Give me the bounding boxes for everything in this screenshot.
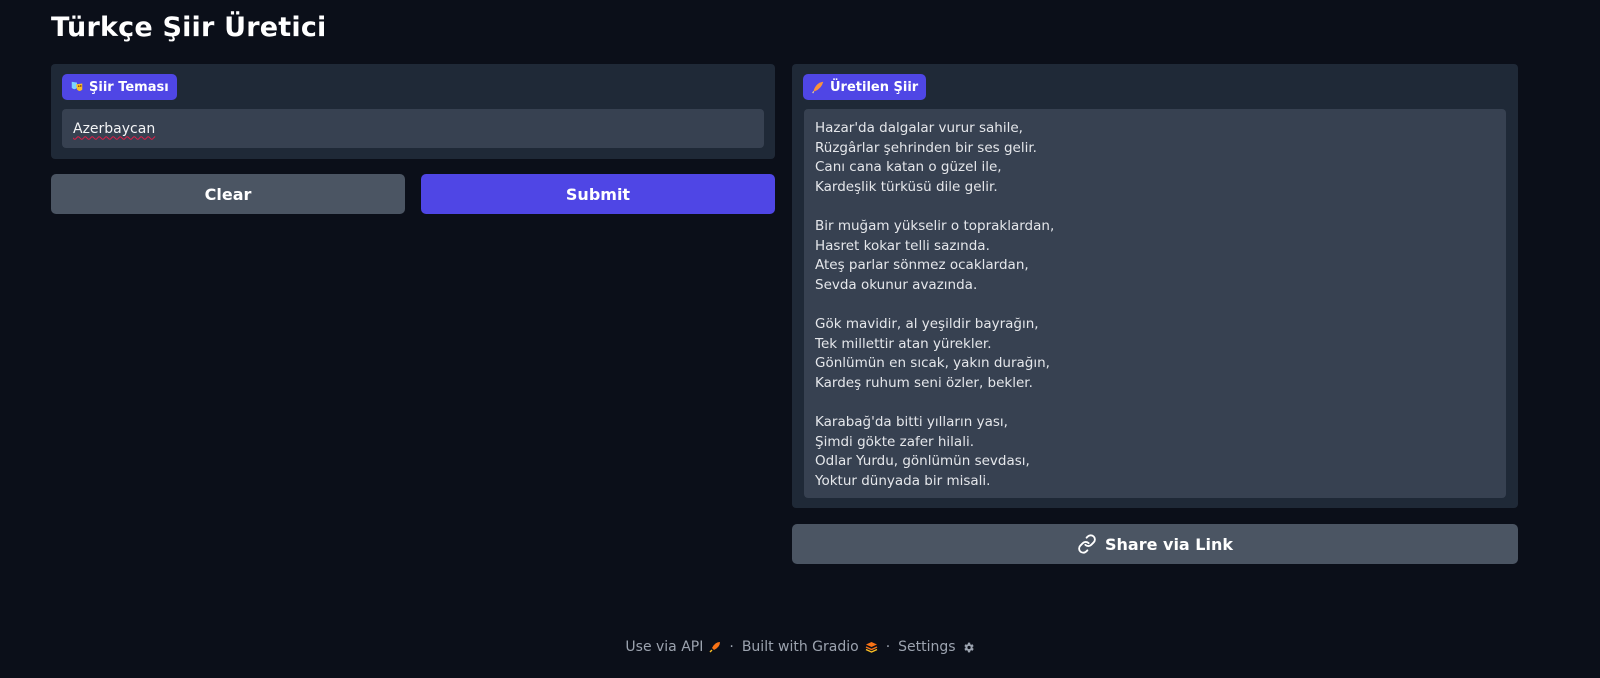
share-link-label: Share via Link bbox=[1104, 534, 1233, 554]
settings-link[interactable]: Settings bbox=[898, 639, 974, 655]
clear-button[interactable]: Clear bbox=[51, 174, 405, 214]
theater-masks-icon bbox=[71, 81, 83, 91]
poem-line: Rüzgârlar şehrinden bir ses gelir. bbox=[815, 139, 1037, 156]
built-with-gradio-link[interactable]: Built with Gradio bbox=[742, 639, 878, 655]
footer: Use via API · Built with Gradio · Settin… bbox=[0, 639, 1600, 655]
poem-line: Kardeş ruhum seni özler, bekler. bbox=[815, 374, 1033, 391]
gradio-logo-icon bbox=[865, 642, 877, 653]
poem-line: Şimdi gökte zafer hilali. bbox=[815, 433, 975, 450]
poem-output-textbox[interactable]: Hazar'da dalgalar vurur sahile, Rüzgârla… bbox=[804, 109, 1506, 498]
poem-line: Canı cana katan o güzel ile, bbox=[815, 159, 1002, 176]
poem-line: Ateş parlar sönmez ocaklardan, bbox=[815, 257, 1029, 274]
poem-label-badge: Üretilen Şiir bbox=[803, 74, 927, 100]
poem-line: Gök mavidir, al yeşildir bayrağın, bbox=[815, 315, 1039, 332]
theme-label-badge: Şiir Teması bbox=[62, 74, 177, 100]
use-via-api-link[interactable]: Use via API bbox=[625, 639, 721, 655]
app-root: Türkçe Şiir Üretici Şiir Teması Azerbayc… bbox=[0, 0, 1600, 678]
page-title: Türkçe Şiir Üretici bbox=[51, 12, 327, 43]
poem-line: Gönlümün en sıcak, yakın durağın, bbox=[815, 355, 1050, 372]
share-link-button[interactable]: Share via Link bbox=[792, 524, 1518, 564]
poem-line: Kardeşlik türküsü dile gelir. bbox=[815, 178, 998, 195]
built-with-gradio-label: Built with Gradio bbox=[741, 639, 859, 655]
footer-separator: · bbox=[729, 639, 734, 655]
poem-label: Üretilen Şiir bbox=[830, 79, 919, 95]
use-via-api-label: Use via API bbox=[625, 639, 704, 655]
poem-line: Odlar Yurdu, gönlümün sevdası, bbox=[815, 453, 1030, 470]
theme-label: Şiir Teması bbox=[89, 79, 169, 95]
poem-line: Bir muğam yükselir o topraklardan, bbox=[815, 217, 1055, 234]
poem-line: Yoktur dünyada bir misali. bbox=[815, 472, 991, 489]
theme-input[interactable]: Azerbaycan bbox=[62, 109, 764, 148]
poem-output-panel: Üretilen Şiir Hazar'da dalgalar vurur sa… bbox=[792, 64, 1518, 508]
poem-line: Tek millettir atan yürekler. bbox=[815, 335, 992, 352]
poem-line: Sevda okunur avazında. bbox=[815, 276, 978, 293]
settings-label: Settings bbox=[898, 639, 956, 655]
quill-feather-icon bbox=[812, 81, 824, 94]
rocket-icon bbox=[709, 642, 721, 653]
theme-input-value: Azerbaycan bbox=[73, 120, 156, 137]
poem-line: Hazar'da dalgalar vurur sahile, bbox=[815, 120, 1023, 136]
poem-stanza: Gök mavidir, al yeşildir bayrağın, Tek m… bbox=[815, 315, 1495, 393]
footer-separator: · bbox=[885, 639, 891, 655]
poem-line: Karabağ'da bitti yılların yası, bbox=[815, 413, 1008, 430]
gear-icon bbox=[963, 642, 974, 652]
poem-stanza: Karabağ'da bitti yılların yası, Şimdi gö… bbox=[815, 413, 1495, 491]
poem-stanza: Hazar'da dalgalar vurur sahile, Rüzgârla… bbox=[815, 119, 1495, 197]
theme-input-panel: Şiir Teması Azerbaycan bbox=[51, 64, 775, 159]
link-icon bbox=[1078, 534, 1096, 554]
poem-line: Hasret kokar telli sazında. bbox=[815, 237, 990, 254]
submit-button[interactable]: Submit bbox=[421, 174, 775, 214]
poem-stanza: Bir muğam yükselir o topraklardan, Hasre… bbox=[815, 217, 1495, 295]
